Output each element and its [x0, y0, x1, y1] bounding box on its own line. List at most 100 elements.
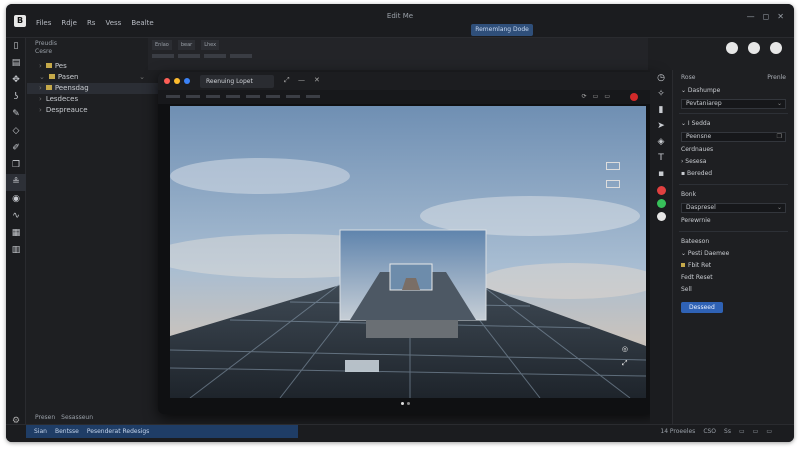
frame-icon[interactable] [606, 180, 620, 188]
shape-icon[interactable]: ◇ [6, 123, 26, 140]
toolbar-control[interactable] [206, 95, 220, 98]
tree-item[interactable]: › Pes [27, 61, 167, 72]
status-item[interactable]: Sian [34, 428, 47, 435]
grid-icon[interactable]: ▦ [6, 225, 26, 242]
apply-button[interactable]: Desseed [681, 302, 723, 313]
zoom-dot-icon[interactable] [184, 78, 190, 84]
notifications-icon[interactable] [770, 42, 782, 54]
frame-icon[interactable]: ▭ [593, 93, 599, 100]
bookmark-icon[interactable]: ▮ [650, 102, 672, 118]
property-row[interactable]: Cerdnaues [673, 144, 794, 156]
settings-icon[interactable] [748, 42, 760, 54]
property-row[interactable]: Perewrnie [673, 215, 794, 227]
close-icon[interactable]: ✕ [777, 12, 784, 21]
toolbar-control[interactable] [286, 95, 300, 98]
eyedropper-icon[interactable]: ✐ [6, 140, 26, 157]
move-icon[interactable]: ✥ [6, 72, 26, 89]
globe-icon[interactable]: ◉ [6, 191, 26, 208]
property-row[interactable]: ▪ Bereded [673, 168, 794, 180]
toolbar-control[interactable] [204, 54, 226, 58]
copy-icon[interactable]: ❐ [6, 157, 26, 174]
file-icon[interactable]: ▯ [6, 38, 26, 55]
toolbar-control[interactable] [186, 95, 200, 98]
text-tool-icon[interactable]: ≗ [6, 174, 26, 191]
layers-icon[interactable]: ▤ [6, 55, 26, 72]
preview-tab[interactable]: Reenuing Lopet [200, 75, 274, 88]
camera-icon[interactable]: ◎ [622, 345, 628, 353]
toolbar-control[interactable] [226, 95, 240, 98]
properties-tab[interactable]: Rose [681, 74, 695, 81]
brush-icon[interactable]: ✎ [6, 106, 26, 123]
minimize-dot-icon[interactable] [174, 78, 180, 84]
tree-item[interactable]: › Lesdeces [27, 94, 167, 105]
menu-item-window[interactable]: Vess [105, 19, 121, 27]
send-icon[interactable]: ➤ [650, 118, 672, 134]
tab-lhex[interactable]: Lhex [201, 40, 220, 50]
toolbar-control[interactable] [152, 54, 174, 58]
status-item[interactable]: Bentsse [55, 428, 79, 435]
frame-icon[interactable] [606, 162, 620, 170]
expand-icon[interactable]: ⤢ [622, 359, 628, 368]
property-field[interactable]: Pevtaniarep ⌄ [681, 99, 786, 109]
toolbar-control[interactable] [246, 95, 260, 98]
toolbar-control[interactable] [266, 95, 280, 98]
hook-icon[interactable]: ʖ [6, 89, 26, 106]
record-icon[interactable] [630, 93, 638, 101]
page-dot-icon[interactable] [401, 402, 404, 405]
layout-icon[interactable]: ▭ [753, 428, 759, 435]
frame-icon[interactable]: ▭ [604, 93, 610, 100]
refresh-icon[interactable]: ⟳ [582, 93, 587, 100]
menu-item-help[interactable]: Bealte [131, 19, 153, 27]
close-dot-icon[interactable] [164, 78, 170, 84]
maximize-icon[interactable]: ◻ [763, 12, 770, 21]
wrench-icon[interactable]: ✧ [650, 86, 672, 102]
tree-item[interactable]: › Despreauce [27, 105, 167, 116]
chevron-down-icon[interactable]: ⌄ [139, 72, 145, 83]
tab-bear[interactable]: bear [177, 40, 196, 50]
property-row[interactable]: Sell [673, 284, 794, 296]
status-item[interactable]: Pesenderat Redesigs [87, 428, 149, 435]
property-row[interactable]: Bateeson [673, 236, 794, 248]
green-status-icon[interactable] [656, 199, 666, 208]
scene-viewport[interactable]: ◎ ⤢ [170, 106, 646, 398]
toolbar-control[interactable] [306, 95, 320, 98]
tab-enlao[interactable]: Enlao [152, 40, 172, 50]
path-icon[interactable]: ∿ [6, 208, 26, 225]
property-row[interactable]: Fedt Reset [673, 272, 794, 284]
layout-icon[interactable]: ▭ [766, 428, 772, 435]
toolbar-control[interactable] [178, 54, 200, 58]
toolbar-control[interactable] [166, 95, 180, 98]
property-row[interactable]: › Sesesa [673, 156, 794, 168]
account-icon[interactable] [726, 42, 738, 54]
panel-icon[interactable]: ▥ [6, 242, 26, 259]
tab-presets[interactable]: Presen [35, 414, 55, 424]
clock-icon[interactable]: ◷ [650, 70, 672, 86]
property-row[interactable]: Bonk [673, 189, 794, 201]
minimize-icon[interactable]: — [298, 76, 305, 84]
tree-item[interactable]: ⌄ Pasen ⌄ [27, 72, 167, 83]
menu-item-files[interactable]: Files [36, 19, 51, 27]
red-status-icon[interactable] [656, 186, 666, 195]
menu-item-view[interactable]: Rs [87, 19, 96, 27]
close-tab-icon[interactable]: ✕ [314, 76, 320, 84]
property-row[interactable]: ⌄ Pesti Daemee [673, 248, 794, 260]
expand-icon[interactable]: ⤢ [284, 76, 290, 85]
minimize-icon[interactable]: — [747, 12, 755, 21]
page-dot-icon[interactable] [407, 402, 410, 405]
property-field[interactable]: Peensne ❐ [681, 132, 786, 142]
menu-item-edit[interactable]: Rdje [61, 19, 77, 27]
layout-icon[interactable]: ▭ [739, 428, 745, 435]
toolbar-control[interactable] [230, 54, 252, 58]
property-field[interactable]: Daspresel ⌄ [681, 203, 786, 213]
text-icon[interactable]: T [650, 150, 672, 166]
properties-tab[interactable]: Prenle [767, 74, 786, 81]
square-icon[interactable]: ▪ [650, 166, 672, 182]
property-row[interactable]: ⌄ Dashumpe [673, 85, 794, 97]
property-row[interactable]: ⌄ I Sedda [673, 118, 794, 130]
tree-item-selected[interactable]: › Peensdag [27, 83, 167, 94]
title-mode-button[interactable]: Rememlang Dode [471, 24, 533, 36]
property-row[interactable]: Fbit Ret [673, 260, 794, 272]
white-status-icon[interactable] [656, 212, 666, 221]
tab-session[interactable]: Sesasseun [61, 414, 93, 424]
bucket-icon[interactable]: ◈ [650, 134, 672, 150]
